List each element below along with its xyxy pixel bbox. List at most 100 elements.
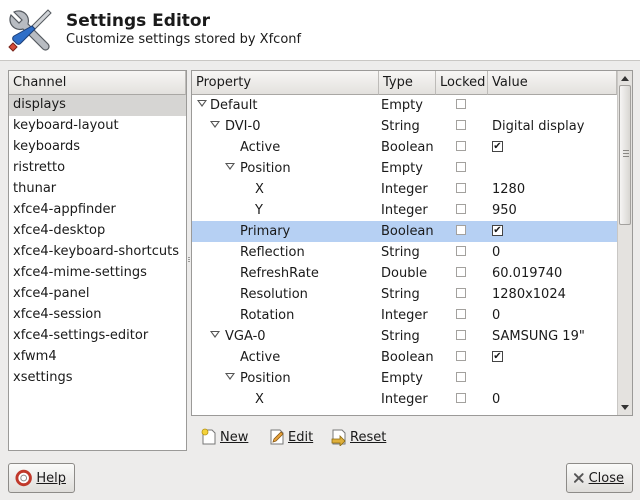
property-row[interactable]: Default Empty — [192, 95, 617, 116]
property-name: Resolution — [240, 287, 308, 302]
scroll-up-arrow-icon[interactable] — [621, 76, 629, 81]
property-value: SAMSUNG 19" — [492, 329, 585, 344]
channel-item[interactable]: xfce4-panel — [9, 284, 186, 305]
locked-checkbox[interactable] — [456, 162, 466, 172]
edit-pencil-icon — [270, 429, 284, 445]
property-row[interactable]: Resolution String 1280x1024 — [192, 284, 617, 305]
property-row[interactable]: Active Boolean ✔ — [192, 347, 617, 368]
locked-checkbox[interactable] — [456, 309, 466, 319]
property-value: 1280 — [492, 182, 526, 197]
close-x-icon — [573, 473, 584, 483]
locked-column-header[interactable]: Locked — [436, 71, 488, 95]
property-column-header[interactable]: Property — [192, 71, 379, 95]
value-checkbox[interactable]: ✔ — [492, 351, 503, 362]
property-type: Integer — [381, 203, 428, 218]
edit-button[interactable]: Edit — [268, 425, 313, 449]
type-column-header[interactable]: Type — [379, 71, 436, 95]
channel-item[interactable]: xfce4-session — [9, 305, 186, 326]
property-name: Default — [210, 98, 258, 113]
value-checkbox[interactable]: ✔ — [492, 141, 503, 152]
locked-checkbox[interactable] — [456, 288, 466, 298]
property-row[interactable]: X Integer 1280 — [192, 179, 617, 200]
locked-checkbox[interactable] — [456, 141, 466, 151]
help-lifebuoy-icon — [15, 469, 32, 487]
property-row[interactable]: X Integer 0 — [192, 389, 617, 410]
property-value: 0 — [492, 308, 501, 323]
property-type: Double — [381, 266, 428, 281]
new-button[interactable]: New — [200, 425, 248, 449]
locked-checkbox[interactable] — [456, 246, 466, 256]
property-name: Active — [240, 140, 281, 155]
property-type: Empty — [381, 371, 423, 386]
property-type: Integer — [381, 392, 428, 407]
value-column-header[interactable]: Value — [488, 71, 617, 95]
header-banner: Settings Editor Customize settings store… — [0, 0, 640, 61]
scrollbar-thumb[interactable] — [619, 85, 631, 225]
property-type: String — [381, 245, 420, 260]
property-name: Rotation — [240, 308, 295, 323]
locked-checkbox[interactable] — [456, 351, 466, 361]
channel-item[interactable]: displays — [9, 95, 186, 116]
help-button[interactable]: Help — [8, 463, 75, 493]
expander-arrow-icon[interactable] — [210, 331, 220, 338]
channel-item[interactable]: keyboard-layout — [9, 116, 186, 137]
property-name: Reflection — [240, 245, 305, 260]
channel-item[interactable]: xfce4-settings-editor — [9, 326, 186, 347]
close-button[interactable]: Close — [566, 463, 633, 493]
value-checkbox[interactable]: ✔ — [492, 225, 503, 236]
property-type: String — [381, 287, 420, 302]
app-title: Settings Editor — [66, 11, 210, 31]
property-name: X — [255, 182, 264, 197]
channel-item[interactable]: ristretto — [9, 158, 186, 179]
property-name: Primary — [240, 224, 291, 239]
locked-checkbox[interactable] — [456, 330, 466, 340]
property-row[interactable]: Reflection String 0 — [192, 242, 617, 263]
scroll-down-arrow-icon[interactable] — [621, 405, 629, 410]
channel-item[interactable]: thunar — [9, 179, 186, 200]
locked-checkbox[interactable] — [456, 183, 466, 193]
property-row[interactable]: DVI-0 String Digital display — [192, 116, 617, 137]
channel-item[interactable]: xfwm4 — [9, 347, 186, 368]
property-value: 0 — [492, 245, 501, 260]
expander-arrow-icon[interactable] — [225, 163, 235, 170]
property-name: RefreshRate — [240, 266, 319, 281]
locked-checkbox[interactable] — [456, 99, 466, 109]
channel-item[interactable]: keyboards — [9, 137, 186, 158]
channel-item[interactable]: xfce4-desktop — [9, 221, 186, 242]
locked-checkbox[interactable] — [456, 225, 466, 235]
property-name: Active — [240, 350, 281, 365]
expander-arrow-icon[interactable] — [210, 121, 220, 128]
property-row[interactable]: Primary Boolean ✔ — [192, 221, 617, 242]
property-tree: Default Empty DVI-0 String Digital display Ac… — [192, 95, 617, 415]
property-name: Y — [255, 203, 263, 218]
property-type: String — [381, 329, 420, 344]
property-name: Position — [240, 161, 291, 176]
reset-button[interactable]: Reset — [330, 425, 386, 449]
locked-checkbox[interactable] — [456, 393, 466, 403]
property-row[interactable]: Position Empty — [192, 158, 617, 179]
property-name: X — [255, 392, 264, 407]
locked-checkbox[interactable] — [456, 267, 466, 277]
app-subtitle: Customize settings stored by Xfconf — [66, 32, 302, 47]
channel-column-header[interactable]: Channel — [9, 71, 186, 95]
screwdriver-wrench-icon — [8, 9, 52, 52]
channel-item[interactable]: xfce4-keyboard-shortcuts — [9, 242, 186, 263]
property-row[interactable]: RefreshRate Double 60.019740 — [192, 263, 617, 284]
vertical-scrollbar[interactable] — [617, 71, 632, 415]
locked-checkbox[interactable] — [456, 120, 466, 130]
reset-button-label: Reset — [350, 429, 387, 445]
channel-item[interactable]: xfce4-mime-settings — [9, 263, 186, 284]
property-value: 950 — [492, 203, 517, 218]
property-row[interactable]: VGA-0 String SAMSUNG 19" — [192, 326, 617, 347]
property-row[interactable]: Rotation Integer 0 — [192, 305, 617, 326]
locked-checkbox[interactable] — [456, 372, 466, 382]
property-row[interactable]: Position Empty — [192, 368, 617, 389]
channel-item[interactable]: xfce4-appfinder — [9, 200, 186, 221]
channel-item[interactable]: xsettings — [9, 368, 186, 389]
locked-checkbox[interactable] — [456, 204, 466, 214]
expander-arrow-icon[interactable] — [197, 100, 207, 107]
property-row[interactable]: Y Integer 950 — [192, 200, 617, 221]
property-row[interactable]: Active Boolean ✔ — [192, 137, 617, 158]
expander-arrow-icon[interactable] — [225, 373, 235, 380]
property-value: Digital display — [492, 119, 585, 134]
